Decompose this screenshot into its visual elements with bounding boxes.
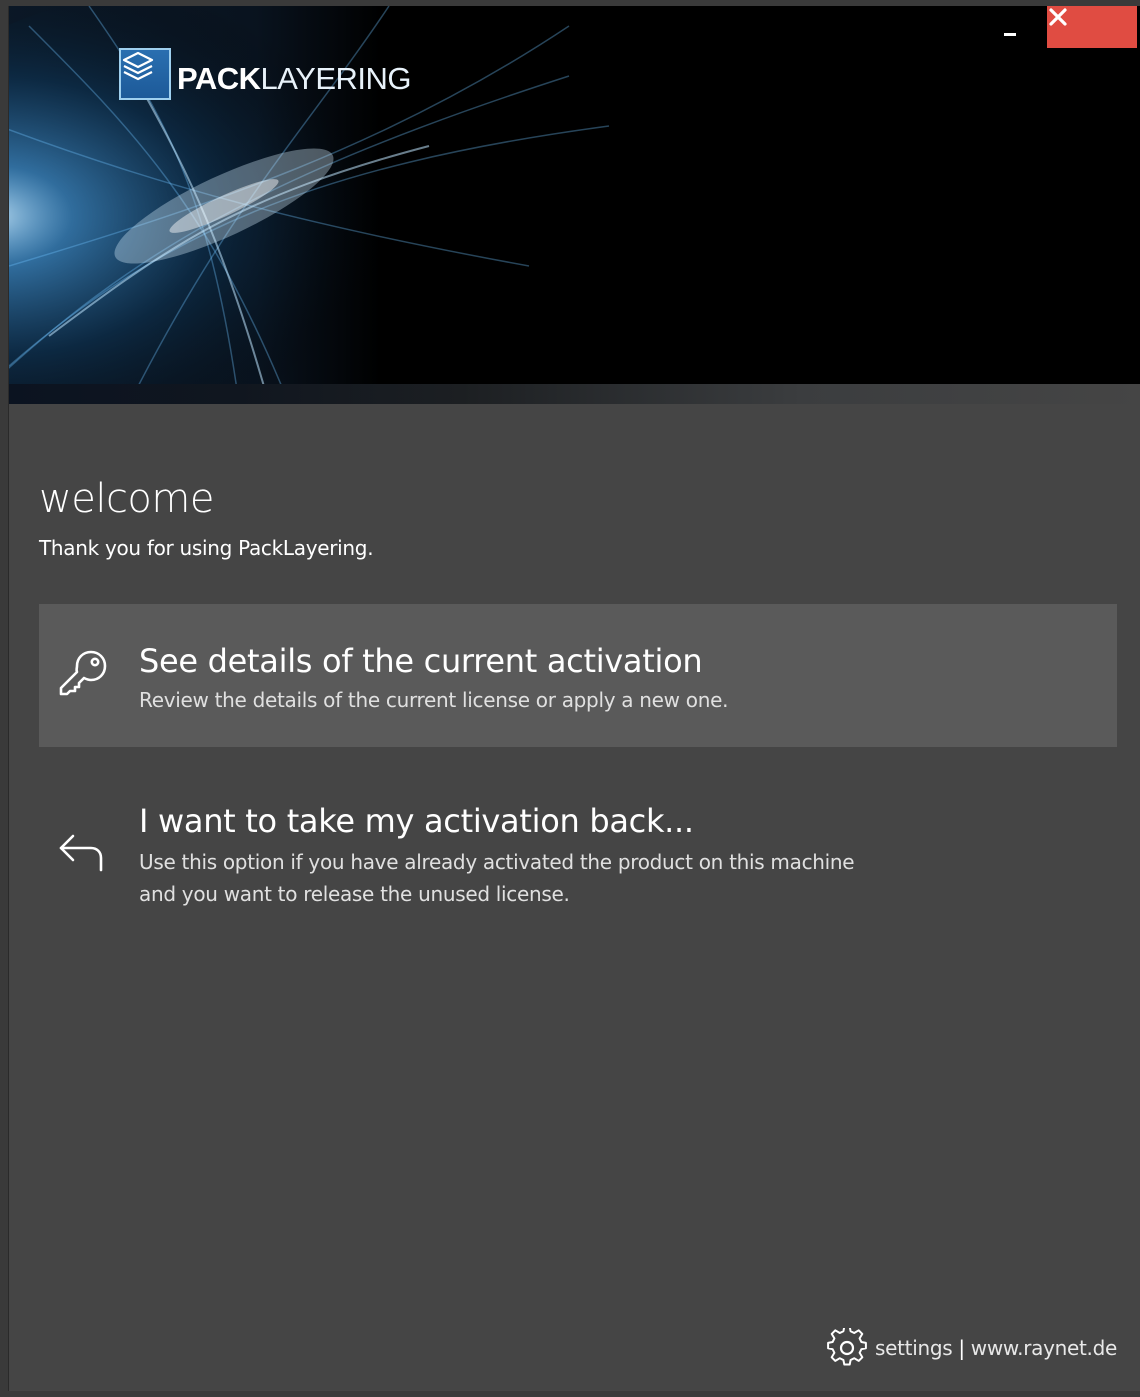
- return-arrow-icon: [59, 834, 103, 872]
- banner-bottom-strip: [9, 384, 1140, 404]
- product-logo: PACKLAYERING: [119, 48, 412, 100]
- page-subtitle: Thank you for using PackLayering.: [39, 536, 374, 560]
- page-title: welcome: [39, 476, 214, 522]
- footer-separator: |: [958, 1336, 965, 1360]
- layers-icon: [119, 48, 171, 100]
- option-title: See details of the current activation: [139, 642, 703, 680]
- product-name-light: LAYERING: [260, 60, 412, 96]
- option-title: I want to take my activation back...: [139, 802, 694, 840]
- product-name: PACKLAYERING: [177, 55, 412, 96]
- option-take-activation-back[interactable]: I want to take my activation back... Use…: [39, 766, 1117, 936]
- gear-icon[interactable]: [827, 1328, 867, 1368]
- option-description-line: and you want to release the unused licen…: [139, 882, 570, 906]
- option-description: Use this option if you have already acti…: [139, 846, 1039, 910]
- option-description-line: Use this option if you have already acti…: [139, 850, 855, 874]
- key-icon: [59, 650, 107, 696]
- option-description: Review the details of the current licens…: [139, 688, 729, 712]
- minimize-button[interactable]: [991, 6, 1029, 48]
- activation-window: PACKLAYERING welcome Thank you for using…: [8, 6, 1140, 1391]
- close-button[interactable]: [1047, 6, 1137, 48]
- website-link[interactable]: www.raynet.de: [971, 1336, 1118, 1360]
- close-icon: [1049, 8, 1067, 26]
- header-banner: PACKLAYERING: [9, 6, 1140, 404]
- product-name-bold: PACK: [177, 60, 261, 96]
- settings-link[interactable]: settings: [875, 1336, 953, 1360]
- option-see-activation-details[interactable]: See details of the current activation Re…: [39, 604, 1117, 747]
- minimize-icon: [1004, 32, 1016, 36]
- footer: settings | www.raynet.de: [827, 1328, 1117, 1368]
